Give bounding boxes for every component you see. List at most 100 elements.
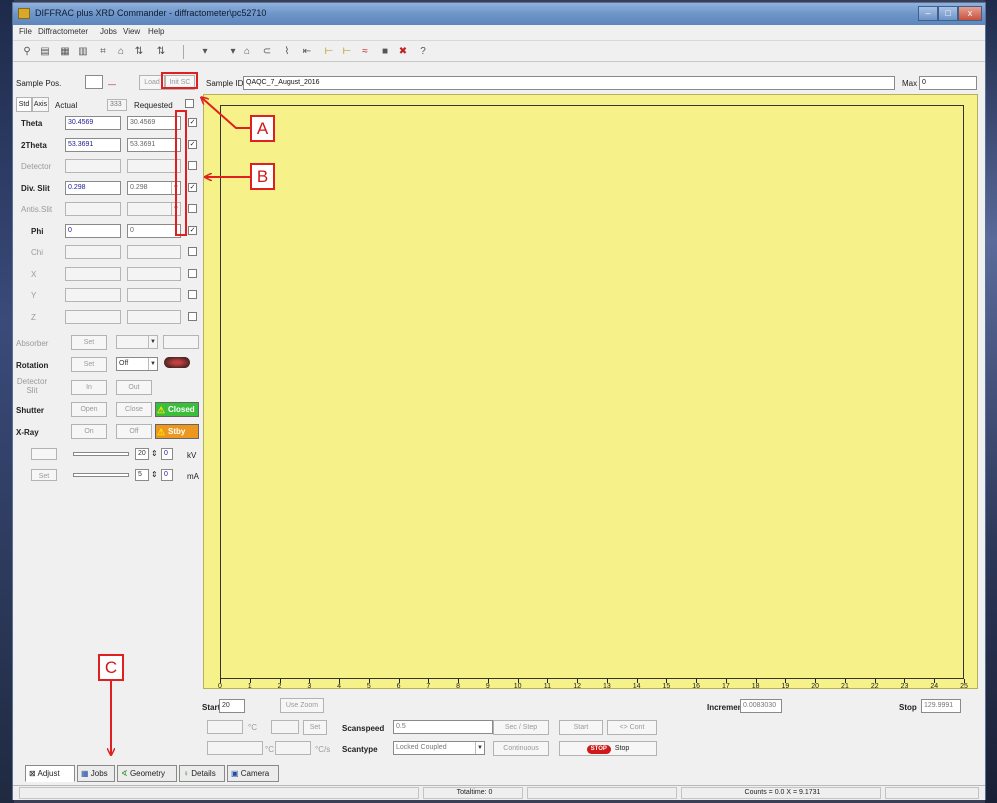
lock-icon[interactable]: ⌂ [115,46,127,58]
continuous-button[interactable]: Continuous [493,741,549,756]
help-icon[interactable]: ? [417,46,429,58]
lock2-icon[interactable]: ⌂ [241,46,253,58]
pointer-icon[interactable]: ⚲ [21,46,33,58]
start-scan-button[interactable]: Start [559,720,603,735]
axis-requested-chi[interactable] [127,245,181,259]
tab-adjust[interactable]: ⊠ Adjust [25,765,75,782]
start-field[interactable]: 20 [219,699,245,713]
stop-field[interactable]: 129.9991 [921,699,961,713]
axis-checkbox-chi[interactable] [188,247,197,256]
increment-field[interactable]: 0.0083030 [740,699,782,713]
axis-requested-y[interactable] [127,288,181,302]
panel-icon[interactable]: ▤ [39,46,51,58]
absorber-set-button[interactable]: Set [71,335,107,350]
axis-checkbox-phi[interactable]: ✓ [188,226,197,235]
axis-checkbox-theta[interactable]: ✓ [188,118,197,127]
close-button[interactable]: x [958,6,982,21]
xray-icon[interactable]: ≈ [359,46,371,58]
scan2-icon[interactable]: ⇅ [155,46,167,58]
temp-field-3[interactable] [207,741,263,755]
scanspeed-label: Scanspeed [342,724,385,733]
axis-requested-detector[interactable] [127,159,181,173]
temp-field-4[interactable] [275,741,311,755]
chevron-down-icon[interactable]: ▼ [148,336,157,348]
chevron-down-icon[interactable]: ▼ [148,358,157,370]
menu-view[interactable]: View [123,27,140,36]
tab-jobs[interactable]: ▦ Jobs [77,765,115,782]
axis-checkbox-z[interactable] [188,312,197,321]
axis-icon[interactable]: ⊢ [323,46,335,58]
minimize-button[interactable]: ‒ [918,6,938,21]
maximize-button[interactable]: □ [938,6,958,21]
stop-scan-button[interactable]: STOP Stop [559,741,657,756]
tab-camera[interactable]: ▣ Camera [227,765,279,782]
align-icon[interactable]: ⌗ [97,46,109,58]
x-tick-label: 3 [307,683,312,690]
axis-checkbox-x[interactable] [188,269,197,278]
temp-set-button[interactable]: Set [303,720,327,735]
power-set-button[interactable]: Set [31,469,57,481]
sec-step-button[interactable]: Sec / Step [493,720,549,735]
home-icon[interactable]: ⇤ [301,46,313,58]
axis-requested-2theta[interactable]: 53.3691 [127,138,181,152]
tab-axis[interactable]: Axis [32,97,49,112]
axis2-icon[interactable]: ⊢ [341,46,353,58]
scanspeed-field[interactable]: 0.5 [393,720,493,734]
axis-checkbox-detector[interactable] [188,161,197,170]
stop-icon[interactable]: ■ [379,46,391,58]
max-field[interactable]: 0 [919,76,977,90]
spin-icon[interactable]: ⇕ [151,449,158,458]
shutter-open-button[interactable]: Open [71,402,107,417]
axis-checkbox-y[interactable] [188,290,197,299]
sample-id-field[interactable]: QAQC_7_August_2016 [243,76,895,90]
sample-pos-field[interactable] [85,75,103,89]
detector-out-button[interactable]: Out [116,380,152,395]
scantype-select[interactable]: Locked Coupled [393,741,485,755]
temp-field-1[interactable] [207,720,243,734]
callout-c: C [98,654,124,681]
detector-in-button[interactable]: In [71,380,107,395]
axis-checkbox-2theta[interactable]: ✓ [188,140,197,149]
power-preset-button[interactable] [31,448,57,460]
axis-label-phi: Phi [31,227,44,236]
diffractogram-plot[interactable]: 0 1 2 3 4 5 6 7 8 9 10 11 12 13 14 15 16 17 18 19 20 21 22 23 24… [203,94,978,690]
ma-field[interactable]: 5 [135,469,149,481]
spin-icon[interactable]: ⇕ [151,470,158,479]
axis-requested-x[interactable] [127,267,181,281]
menu-diffractometer[interactable]: Diffractometer [38,27,88,36]
tab-std[interactable]: Std [16,97,32,112]
temp-field-2[interactable] [271,720,299,734]
axis-checkbox-div-slit[interactable]: ✓ [188,183,197,192]
dropdown2-icon[interactable]: ▾ [227,46,239,58]
xray-on-button[interactable]: On [71,424,107,439]
use-zoom-button[interactable]: Use Zoom [280,698,324,713]
tab-details[interactable]: ♀ Details [179,765,225,782]
chevron-down-icon[interactable]: ▼ [475,742,484,754]
toolbar: ⚲ ▤ ▦ ▥ ⌗ ⌂ ⇅ ⇅ ▾ ▾ ⌂ ⊂ ⌇ ⇤ ⊢ ⊢ ≈ ■ ✖ ? [13,40,985,62]
tab-geometry[interactable]: ∢ Geometry [117,765,177,782]
menu-file[interactable]: File [19,27,32,36]
rotation-set-button[interactable]: Set [71,357,107,372]
link-icon[interactable]: ⊂ [261,46,273,58]
detector-slit-label: Detector Slit [16,377,48,395]
tools-icon[interactable]: ✖ [397,46,409,58]
scan-icon[interactable]: ⇅ [133,46,145,58]
camera-icon: ▣ [231,769,241,778]
axis-requested-theta[interactable]: 30.4569 [127,116,181,130]
cont-button[interactable]: <> Cont [607,720,657,735]
shutter-close-button[interactable]: Close [116,402,152,417]
measure-icon[interactable]: ⌇ [281,46,293,58]
requested-all-checkbox[interactable] [185,99,194,108]
axis-requested-z[interactable] [127,310,181,324]
grid-icon[interactable]: ▦ [59,46,71,58]
dropdown-icon[interactable]: ▾ [199,46,211,58]
menu-jobs[interactable]: Jobs [100,27,117,36]
xray-off-button[interactable]: Off [116,424,152,439]
kv-slider[interactable] [73,452,129,456]
axis-checkbox-antis-slit[interactable] [188,204,197,213]
axis-requested-phi[interactable]: 0 [127,224,181,238]
kv-field[interactable]: 20 [135,448,149,460]
chart-icon[interactable]: ▥ [77,46,89,58]
ma-slider[interactable] [73,473,129,477]
menu-help[interactable]: Help [148,27,164,36]
